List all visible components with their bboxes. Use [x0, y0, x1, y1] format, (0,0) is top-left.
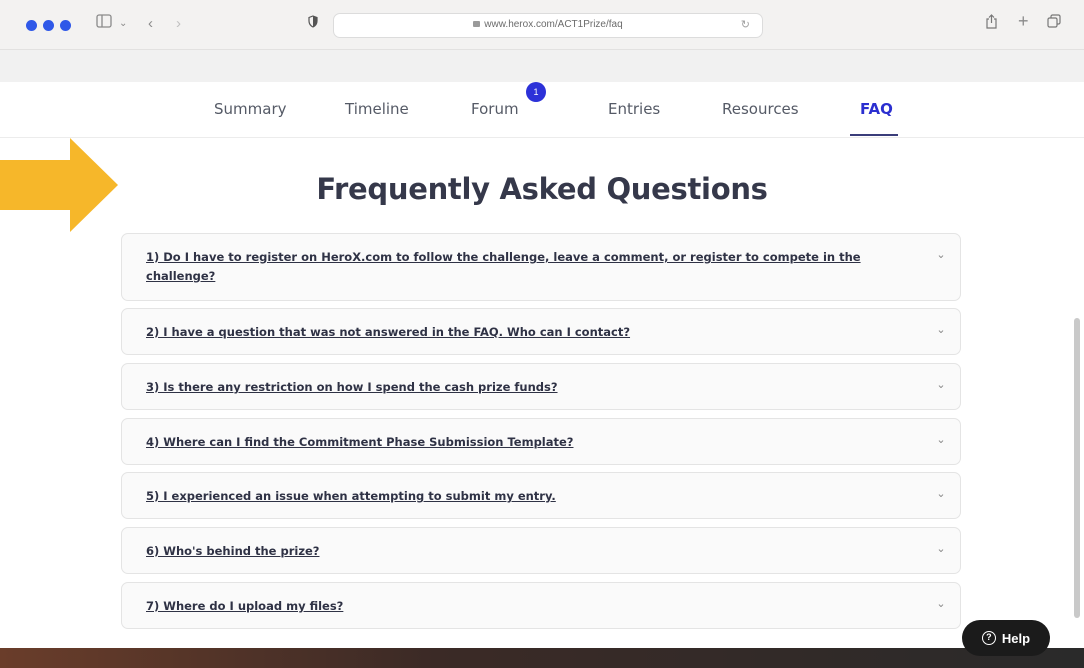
tab-summary[interactable]: Summary — [214, 100, 287, 118]
privacy-shield-icon[interactable] — [308, 14, 318, 34]
faq-question[interactable]: 2) I have a question that was not answer… — [146, 323, 890, 342]
faq-question[interactable]: 6) Who's behind the prize? — [146, 542, 890, 561]
lock-icon — [473, 21, 481, 27]
sidebar-icon[interactable] — [96, 14, 112, 34]
chevron-down-icon[interactable]: ⌄ — [934, 248, 948, 262]
faq-question[interactable]: 1) Do I have to register on HeroX.com to… — [146, 248, 890, 286]
help-label: Help — [1001, 630, 1031, 646]
faq-question[interactable]: 5) I experienced an issue when attemptin… — [146, 487, 890, 506]
address-bar[interactable]: www.herox.com/ACT1Prize/faq ↻ — [333, 13, 763, 38]
back-icon[interactable]: ‹ — [148, 14, 153, 34]
faq-item-5[interactable]: 5) I experienced an issue when attemptin… — [121, 472, 961, 519]
tab-overview-icon[interactable] — [1047, 14, 1061, 34]
tab-timeline[interactable]: Timeline — [345, 100, 409, 118]
tab-faq[interactable]: FAQ — [860, 100, 893, 118]
faq-question[interactable]: 4) Where can I find the Commitment Phase… — [146, 433, 890, 452]
chevron-down-icon[interactable]: ⌄ — [934, 378, 948, 392]
question-mark-icon: ? — [981, 631, 996, 645]
share-icon[interactable] — [985, 14, 998, 35]
page-title: Frequently Asked Questions — [316, 172, 768, 206]
chevron-down-icon[interactable]: ⌄ — [934, 323, 948, 337]
faq-item-2[interactable]: 2) I have a question that was not answer… — [121, 308, 961, 355]
maximize-window-button[interactable] — [60, 20, 71, 31]
chevron-down-icon[interactable]: ⌄ — [934, 597, 948, 611]
tab-forum[interactable]: Forum — [471, 100, 519, 118]
chevron-down-icon[interactable]: ⌄ — [119, 14, 127, 34]
minimize-window-button[interactable] — [43, 20, 54, 31]
faq-question[interactable]: 3) Is there any restriction on how I spe… — [146, 378, 890, 397]
chevron-down-icon[interactable]: ⌄ — [934, 487, 948, 501]
tab-entries[interactable]: Entries — [608, 100, 660, 118]
url-text: www.herox.com/ACT1Prize/faq — [484, 19, 623, 30]
browser-toolbar: ⌄ ‹ › www.herox.com/ACT1Prize/faq ↻ + — [0, 0, 1084, 50]
chevron-down-icon[interactable]: ⌄ — [934, 433, 948, 447]
page-scrollbar[interactable] — [1074, 318, 1080, 618]
close-window-button[interactable] — [26, 20, 37, 31]
help-button[interactable]: ? Help — [962, 620, 1050, 656]
faq-question[interactable]: 7) Where do I upload my files? — [146, 597, 890, 616]
active-tab-indicator — [850, 134, 898, 136]
forward-icon[interactable]: › — [176, 14, 181, 34]
page-top-band — [0, 50, 1084, 82]
faq-item-6[interactable]: 6) Who's behind the prize? ⌄ — [121, 527, 961, 574]
reload-icon[interactable]: ↻ — [741, 18, 750, 31]
faq-item-3[interactable]: 3) Is there any restriction on how I spe… — [121, 363, 961, 410]
new-tab-icon[interactable]: + — [1018, 11, 1029, 31]
forum-notification-badge: 1 — [526, 82, 546, 102]
faq-item-1[interactable]: 1) Do I have to register on HeroX.com to… — [121, 233, 961, 301]
tab-resources[interactable]: Resources — [722, 100, 799, 118]
faq-item-4[interactable]: 4) Where can I find the Commitment Phase… — [121, 418, 961, 465]
site-footer — [0, 648, 1084, 668]
chevron-down-icon[interactable]: ⌄ — [934, 542, 948, 556]
faq-item-7[interactable]: 7) Where do I upload my files? ⌄ — [121, 582, 961, 629]
